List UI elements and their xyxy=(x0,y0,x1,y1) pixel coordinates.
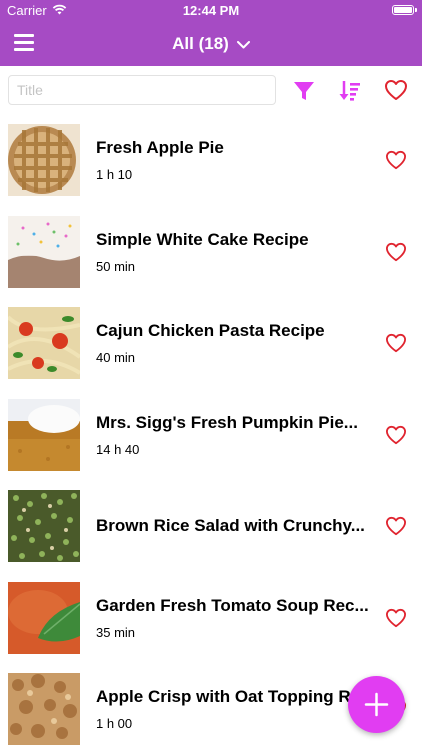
recipe-title: Mrs. Sigg's Fresh Pumpkin Pie... xyxy=(96,412,358,432)
filter-icon[interactable] xyxy=(292,79,316,103)
add-recipe-button[interactable] xyxy=(348,676,405,733)
recipe-thumbnail xyxy=(8,215,80,288)
recipe-title: Garden Fresh Tomato Soup Rec... xyxy=(96,595,369,615)
recipe-time: 1 h 00 xyxy=(96,716,133,731)
category-dropdown[interactable]: All (18) xyxy=(172,34,250,54)
recipe-time: 50 min xyxy=(96,258,136,274)
recipe-list-screen: Carrier 12:44 PM All (18) Title Fresh Ap… xyxy=(0,0,422,750)
header-bar: Carrier 12:44 PM All (18) xyxy=(0,0,422,66)
sort-icon[interactable] xyxy=(338,79,362,103)
recipe-thumbnail xyxy=(8,673,80,745)
recipe-thumbnail xyxy=(8,307,80,379)
category-selector: All (18) xyxy=(0,34,422,54)
title-search-input[interactable] xyxy=(8,75,276,105)
recipe-row[interactable]: Brown Rice Salad with Crunchy... xyxy=(0,482,422,574)
recipe-row[interactable]: Cajun Chicken Pasta Recipe 40 min xyxy=(0,299,422,391)
favorite-heart-icon[interactable] xyxy=(385,150,407,170)
battery-icon xyxy=(392,5,417,15)
recipe-row[interactable]: Simple White Cake Recipe 50 min xyxy=(0,208,422,300)
favorite-heart-icon[interactable] xyxy=(385,516,407,536)
favorite-heart-icon[interactable] xyxy=(385,333,407,353)
recipe-row[interactable]: Fresh Apple Pie 1 h 10 xyxy=(0,116,422,208)
favorite-heart-icon[interactable] xyxy=(385,425,407,445)
recipe-thumbnail xyxy=(8,398,80,471)
recipe-title: Cajun Chicken Pasta Recipe xyxy=(96,321,325,340)
recipe-list: Fresh Apple Pie 1 h 10 Simple White Cake… xyxy=(0,116,422,750)
recipe-thumbnail xyxy=(8,581,80,654)
status-bar: Carrier 12:44 PM xyxy=(0,0,422,22)
recipe-time: 40 min xyxy=(96,350,136,365)
search-toolbar xyxy=(0,66,422,116)
recipe-title: Apple Crisp with Oat Topping R... xyxy=(96,687,365,706)
recipe-title: Simple White Cake Recipe xyxy=(96,229,309,249)
navigation-bar: All (18) xyxy=(0,22,422,66)
heart-outline-icon[interactable] xyxy=(384,79,408,103)
recipe-time: 35 min xyxy=(96,624,136,640)
recipe-title: Brown Rice Salad with Crunchy... xyxy=(96,516,365,535)
chevron-down-icon xyxy=(236,34,250,54)
plus-icon xyxy=(364,692,389,717)
nav-title: All (18) xyxy=(172,34,229,53)
recipe-title: Fresh Apple Pie xyxy=(96,138,224,157)
favorite-heart-icon[interactable] xyxy=(385,608,407,628)
status-time: 12:44 PM xyxy=(182,3,240,18)
favorite-heart-icon[interactable] xyxy=(385,242,407,262)
recipe-thumbnail xyxy=(8,124,80,196)
recipe-time: 1 h 10 xyxy=(96,167,133,182)
recipe-thumbnail xyxy=(8,490,80,562)
recipe-row[interactable]: Garden Fresh Tomato Soup Rec... 35 min xyxy=(0,574,422,666)
recipe-time: 14 h 40 xyxy=(96,441,140,457)
recipe-row[interactable]: Mrs. Sigg's Fresh Pumpkin Pie... 14 h 40 xyxy=(0,391,422,483)
